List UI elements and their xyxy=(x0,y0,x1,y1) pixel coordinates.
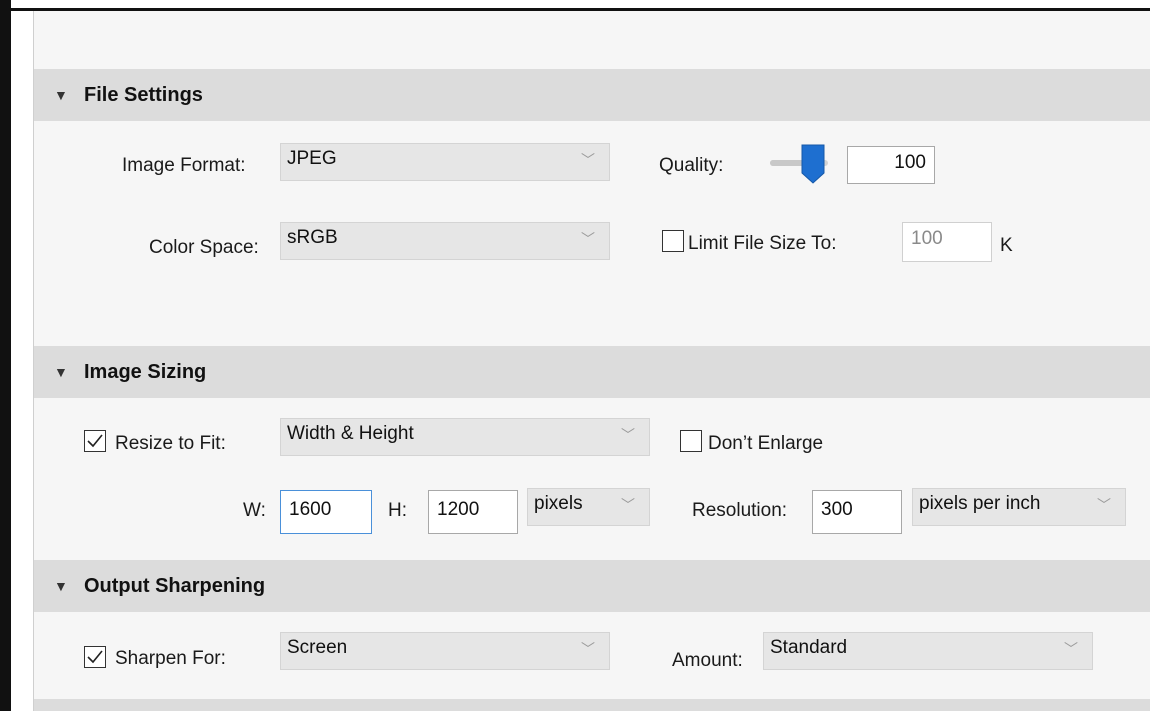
section-title: File Settings xyxy=(84,83,203,106)
height-label: H: xyxy=(388,500,407,521)
color-space-select[interactable]: sRGB ﹀ xyxy=(280,222,610,260)
sharpen-for-checkbox[interactable] xyxy=(84,646,106,668)
resize-mode-select[interactable]: Width & Height ﹀ xyxy=(280,418,650,456)
quality-slider-thumb[interactable] xyxy=(800,143,826,185)
color-space-label: Color Space: xyxy=(149,237,259,258)
resolution-label: Resolution: xyxy=(692,500,788,521)
limit-file-size-unit: K xyxy=(1000,235,1013,256)
section-title: Image Sizing xyxy=(84,360,207,383)
checkmark-icon xyxy=(87,650,103,664)
collapse-triangle-icon: ▼ xyxy=(54,364,68,380)
amount-select[interactable]: Standard ﹀ xyxy=(763,632,1093,670)
image-format-select[interactable]: JPEG ﹀ xyxy=(280,143,610,181)
sharpen-for-select[interactable]: Screen ﹀ xyxy=(280,632,610,670)
amount-value: Standard xyxy=(770,637,848,658)
resolution-unit-select[interactable]: pixels per inch ﹀ xyxy=(912,488,1126,526)
chevron-down-icon: ﹀ xyxy=(1097,497,1111,513)
limit-file-size-label: Limit File Size To: xyxy=(688,233,837,254)
limit-file-size-input[interactable]: 100 xyxy=(902,222,992,262)
chevron-down-icon: ﹀ xyxy=(581,152,595,168)
section-title: Output Sharpening xyxy=(84,574,266,597)
window-top-border xyxy=(0,0,1150,11)
resize-mode-value: Width & Height xyxy=(287,423,414,444)
limit-file-size-checkbox[interactable] xyxy=(662,230,684,252)
next-section-header[interactable] xyxy=(34,699,1150,711)
left-gutter xyxy=(11,11,34,711)
collapse-triangle-icon: ▼ xyxy=(54,87,68,103)
chevron-down-icon: ﹀ xyxy=(581,231,595,247)
size-unit-select[interactable]: pixels ﹀ xyxy=(527,488,650,526)
sharpen-for-value: Screen xyxy=(287,637,348,658)
chevron-down-icon: ﹀ xyxy=(1064,641,1078,657)
height-input[interactable]: 1200 xyxy=(428,490,518,534)
resolution-unit-value: pixels per inch xyxy=(919,493,1041,514)
image-format-label: Image Format: xyxy=(122,155,246,176)
image-format-value: JPEG xyxy=(287,148,337,169)
resize-to-fit-label: Resize to Fit: xyxy=(115,433,226,454)
file-settings-header[interactable]: ▼ File Settings xyxy=(34,69,1150,121)
sharpen-for-label: Sharpen For: xyxy=(115,648,226,669)
size-unit-value: pixels xyxy=(534,493,583,514)
width-input[interactable]: 1600 xyxy=(280,490,372,534)
output-sharpening-header[interactable]: ▼ Output Sharpening xyxy=(34,560,1150,612)
width-label: W: xyxy=(243,500,266,521)
window-left-border xyxy=(0,0,11,711)
image-sizing-header[interactable]: ▼ Image Sizing xyxy=(34,346,1150,398)
resolution-input[interactable]: 300 xyxy=(812,490,902,534)
chevron-down-icon: ﹀ xyxy=(621,497,635,513)
quality-input[interactable]: 100 xyxy=(847,146,935,184)
quality-label: Quality: xyxy=(659,155,724,176)
color-space-value: sRGB xyxy=(287,227,338,248)
chevron-down-icon: ﹀ xyxy=(581,641,595,657)
chevron-down-icon: ﹀ xyxy=(621,427,635,443)
collapse-triangle-icon: ▼ xyxy=(54,578,68,594)
dont-enlarge-label: Don’t Enlarge xyxy=(708,433,824,454)
amount-label: Amount: xyxy=(672,650,743,671)
resize-to-fit-checkbox[interactable] xyxy=(84,430,106,452)
dont-enlarge-checkbox[interactable] xyxy=(680,430,702,452)
checkmark-icon xyxy=(87,434,103,448)
